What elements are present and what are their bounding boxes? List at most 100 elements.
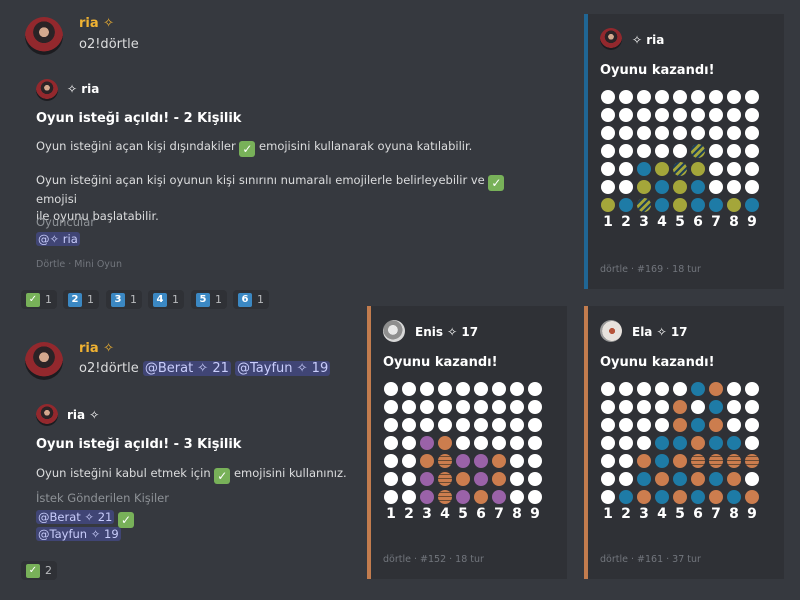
column-number: 9 [747, 506, 757, 522]
board-cell [709, 436, 723, 450]
board-cell [637, 382, 651, 396]
board-cell [691, 490, 705, 504]
board-cell [510, 400, 524, 414]
board-cell [637, 418, 651, 432]
username[interactable]: ria ✧ [79, 341, 114, 356]
game-result-card: Ela ✧ 17 Oyunu kazandı! 1 2 3 4 5 6 7 8 9 dörtle · … [584, 306, 784, 579]
board-cell [709, 454, 723, 468]
board-cell [402, 418, 416, 432]
board-cell [456, 400, 470, 414]
reaction-check[interactable]: ✓ 2 [21, 561, 57, 580]
game-title: Oyunu kazandı! [383, 355, 498, 370]
reaction-number-4[interactable]: 41 [148, 290, 184, 309]
column-number: 7 [494, 506, 504, 522]
desc-text: ile oyunu başlatabilir. [36, 209, 159, 223]
board-cell [474, 454, 488, 468]
user-mention[interactable]: @Tayfun ✧ 19 [36, 527, 121, 541]
embed-author: ria ✧ [67, 408, 100, 422]
column-number: 9 [747, 214, 757, 230]
winner-avatar [600, 28, 622, 50]
board-cell [528, 472, 542, 486]
board-cell [601, 472, 615, 486]
field-value[interactable]: @✧ ria [36, 232, 80, 246]
game-result-card: ✧ ria Oyunu kazandı! 1 2 3 4 5 6 7 8 9 dörtle · #16… [584, 14, 784, 289]
column-number: 8 [512, 506, 522, 522]
winner-avatar [600, 320, 622, 342]
board-cell [601, 490, 615, 504]
board-cell [691, 162, 705, 176]
desc-text: emojisi [36, 192, 77, 206]
board-cell [619, 472, 633, 486]
board-cell [619, 180, 633, 194]
reaction-number-2[interactable]: 21 [63, 290, 99, 309]
board-cell [655, 162, 669, 176]
board-cell [691, 198, 705, 212]
board-cell [601, 382, 615, 396]
column-number: 4 [440, 506, 450, 522]
board-cell [402, 472, 416, 486]
board-cell [619, 400, 633, 414]
avatar[interactable] [25, 342, 63, 380]
reaction-number-6[interactable]: 61 [233, 290, 269, 309]
board-cell [420, 490, 434, 504]
game-title: Oyunu kazandı! [600, 63, 715, 78]
column-number: 7 [711, 214, 721, 230]
board-cell [402, 490, 416, 504]
board-cell [673, 436, 687, 450]
board-cell [456, 436, 470, 450]
board-cell [492, 436, 506, 450]
board-cell [619, 198, 633, 212]
reaction-number-3[interactable]: 31 [106, 290, 142, 309]
board-cell [619, 126, 633, 140]
board-cell [655, 418, 669, 432]
board-cell [474, 436, 488, 450]
board-cell [673, 400, 687, 414]
user-mention[interactable]: @Berat ✧ 21 [36, 510, 115, 524]
board-cell [673, 418, 687, 432]
board-cell [691, 454, 705, 468]
column-number: 2 [621, 506, 631, 522]
board-cell [384, 418, 398, 432]
board-cell [528, 490, 542, 504]
avatar[interactable] [25, 17, 63, 55]
embed-footer: Dörtle · Mini Oyun [36, 259, 122, 270]
board-cell [655, 126, 669, 140]
user-mention[interactable]: @✧ ria [36, 232, 80, 246]
board-cell [691, 126, 705, 140]
board-cell [637, 90, 651, 104]
reaction-number-5[interactable]: 51 [191, 290, 227, 309]
board-cell [691, 418, 705, 432]
board-cell [456, 418, 470, 432]
board-cell [528, 418, 542, 432]
winner-name: Enis ✧ 17 [415, 325, 479, 339]
reaction-count: 1 [45, 293, 52, 306]
board-cell [673, 90, 687, 104]
board-cell [655, 198, 669, 212]
field-value: @Tayfun ✧ 19 [36, 527, 121, 541]
winner-name: Ela ✧ 17 [632, 325, 688, 339]
username[interactable]: ria ✧ [79, 16, 114, 31]
game-result-card: Enis ✧ 17 Oyunu kazandı! 1 2 3 4 5 6 7 8 9 dörtle ·… [367, 306, 567, 579]
board-cell [456, 454, 470, 468]
embed-author: ✧ ria [67, 82, 100, 96]
game-title: Oyunu kazandı! [600, 355, 715, 370]
board-cell [727, 198, 741, 212]
number-emoji-icon: 6 [238, 292, 252, 307]
column-number: 6 [693, 214, 703, 230]
reaction-check[interactable]: ✓ 1 [21, 290, 57, 309]
board-cell [637, 472, 651, 486]
board-cell [655, 454, 669, 468]
embed-author-avatar [36, 79, 58, 101]
board-cell [709, 126, 723, 140]
user-mention[interactable]: @Tayfun ✧ 19 [235, 361, 331, 376]
board-cell [745, 198, 759, 212]
board-cell [673, 454, 687, 468]
board-cell [510, 382, 524, 396]
board-cell [420, 472, 434, 486]
board-cell [637, 400, 651, 414]
user-mention[interactable]: @Berat ✧ 21 [142, 361, 231, 376]
board-cell [709, 472, 723, 486]
board-cell [745, 436, 759, 450]
board-cell [384, 490, 398, 504]
board-cell [691, 382, 705, 396]
